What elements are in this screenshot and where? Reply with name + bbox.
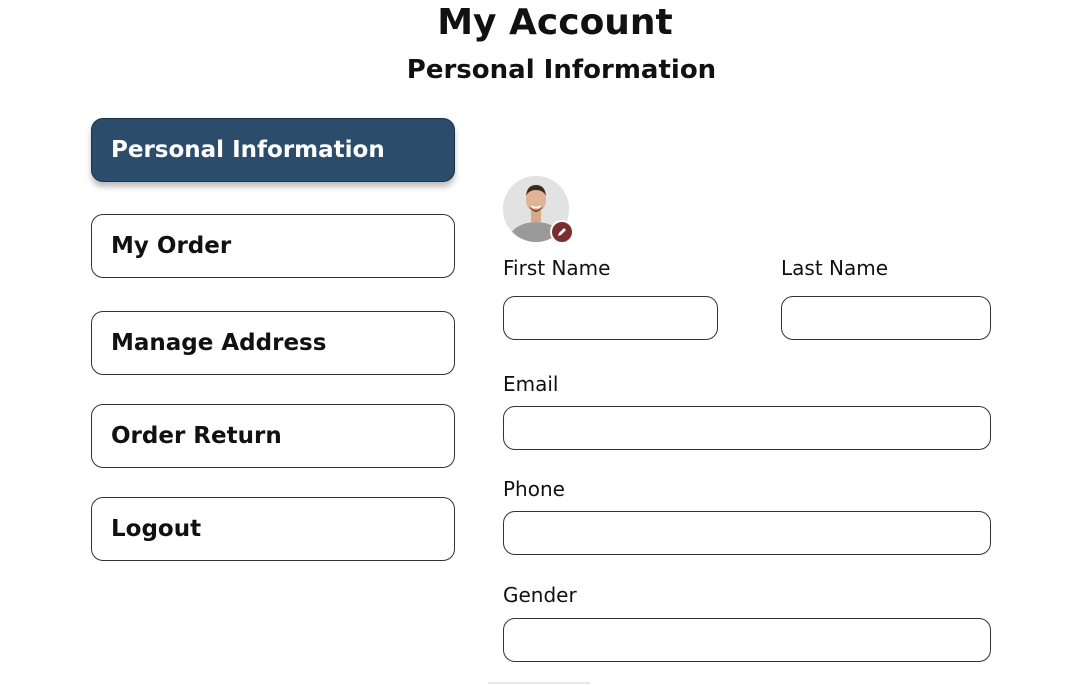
pencil-icon <box>558 228 566 236</box>
sidebar-item-logout[interactable]: Logout <box>91 497 455 561</box>
sidebar-item-manage-address[interactable]: Manage Address <box>91 311 455 375</box>
first-name-field[interactable] <box>503 296 718 340</box>
first-name-label: First Name <box>503 256 611 280</box>
page-subtitle: Personal Information <box>406 55 717 85</box>
gender-label: Gender <box>503 583 577 607</box>
divider <box>488 682 590 684</box>
sidebar-item-order-return[interactable]: Order Return <box>91 404 455 468</box>
sidebar-item-my-order[interactable]: My Order <box>91 214 455 278</box>
last-name-field[interactable] <box>781 296 991 340</box>
account-page: My Account Personal Information Personal… <box>0 0 1075 685</box>
phone-field[interactable] <box>503 511 991 555</box>
edit-avatar-button[interactable] <box>550 220 574 244</box>
gender-field[interactable] <box>503 618 991 662</box>
email-field[interactable] <box>503 406 991 450</box>
page-title: My Account <box>437 2 673 43</box>
sidebar-item-personal-information[interactable]: Personal Information <box>91 118 455 182</box>
last-name-label: Last Name <box>781 256 889 280</box>
phone-label: Phone <box>503 477 565 501</box>
email-label: Email <box>503 372 559 396</box>
